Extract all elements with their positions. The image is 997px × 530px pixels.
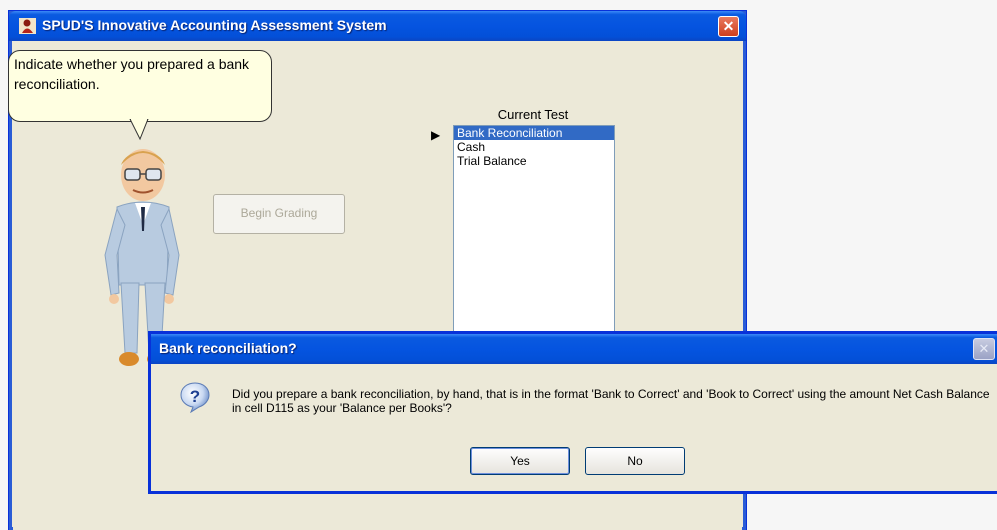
- speech-bubble: Indicate whether you prepared a bank rec…: [8, 50, 272, 122]
- app-logo-icon: [19, 18, 36, 34]
- bank-reconciliation-dialog: Bank reconciliation? ✕ ? Did you prepare…: [148, 331, 997, 494]
- no-button[interactable]: No: [585, 447, 685, 475]
- question-icon: ?: [180, 382, 210, 413]
- list-item-bank-reconciliation[interactable]: Bank Reconciliation: [454, 126, 614, 140]
- bubble-text: Indicate whether you prepared a bank rec…: [14, 56, 250, 92]
- selected-pointer-icon: ▶: [431, 128, 441, 142]
- svg-text:?: ?: [190, 387, 200, 406]
- yes-button[interactable]: Yes: [470, 447, 570, 475]
- bubble-tail: [129, 119, 149, 141]
- current-test-label: Current Test: [497, 107, 569, 122]
- main-titlebar[interactable]: SPUD'S Innovative Accounting Assessment …: [9, 11, 746, 41]
- dialog-title: Bank reconciliation?: [159, 340, 297, 356]
- list-item-cash[interactable]: Cash: [454, 140, 614, 154]
- list-item-trial-balance[interactable]: Trial Balance: [454, 154, 614, 168]
- begin-grading-button[interactable]: Begin Grading: [213, 194, 345, 234]
- dialog-message: Did you prepare a bank reconciliation, b…: [232, 387, 990, 415]
- current-test-list[interactable]: Bank Reconciliation Cash Trial Balance: [453, 125, 615, 332]
- window-title: SPUD'S Innovative Accounting Assessment …: [42, 17, 387, 33]
- dialog-close-button[interactable]: ✕: [973, 338, 995, 360]
- window-close-button[interactable]: ✕: [718, 16, 739, 37]
- dialog-titlebar[interactable]: Bank reconciliation? ✕: [151, 334, 997, 364]
